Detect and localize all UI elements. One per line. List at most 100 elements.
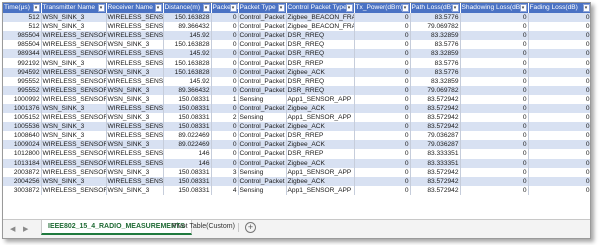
- table-cell[interactable]: Control_Packet: [238, 149, 287, 159]
- table-cell[interactable]: 0: [528, 94, 590, 104]
- table-cell[interactable]: WSN_SINK_3: [106, 94, 164, 104]
- table-cell[interactable]: App1_SENSOR_APP: [286, 185, 355, 195]
- table-cell[interactable]: 150.163828: [163, 40, 212, 50]
- table-cell[interactable]: 83.572942: [410, 122, 461, 132]
- table-cell[interactable]: 0: [211, 49, 239, 59]
- table-cell[interactable]: 512: [3, 13, 42, 23]
- table-cell[interactable]: Zigbee_ACK: [286, 176, 355, 186]
- add-sheet-button[interactable]: +: [245, 222, 256, 233]
- table-cell[interactable]: 0: [354, 149, 411, 159]
- table-cell[interactable]: WIRELESS_SENSOR_: [106, 131, 164, 141]
- table-cell[interactable]: 1001376: [3, 103, 42, 114]
- table-cell[interactable]: 2: [211, 113, 239, 123]
- table-cell[interactable]: DSR_RREQ: [286, 85, 355, 95]
- table-cell[interactable]: WIRELESS_SENSOR_1: [41, 31, 107, 41]
- table-cell[interactable]: 0: [460, 22, 529, 32]
- table-cell[interactable]: 0: [528, 13, 590, 23]
- table-cell[interactable]: 83.5776: [410, 67, 461, 77]
- table-cell[interactable]: 83.5776: [410, 58, 461, 68]
- table-cell[interactable]: WIRELESS_SENSOR_1: [41, 67, 107, 77]
- table-cell[interactable]: DSR_RREQ: [286, 40, 355, 50]
- table-cell[interactable]: Control_Packet: [238, 49, 287, 59]
- column-header[interactable]: Shadowing Loss(dB) ▾: [460, 3, 529, 13]
- table-cell[interactable]: 0: [354, 94, 411, 104]
- table-cell[interactable]: WIRELESS_SENSOR_2: [41, 140, 107, 150]
- filter-dropdown-icon[interactable]: ▾: [582, 4, 590, 12]
- table-cell[interactable]: 0: [354, 58, 411, 68]
- table-cell[interactable]: 150.08331: [163, 167, 212, 177]
- table-cell[interactable]: 994592: [3, 67, 42, 77]
- table-cell[interactable]: 0: [528, 58, 590, 68]
- column-header[interactable]: Distance(m) ▾: [163, 3, 212, 13]
- next-sheet-icon[interactable]: ▶: [23, 225, 28, 233]
- table-cell[interactable]: 150.163828: [163, 58, 212, 68]
- table-cell[interactable]: DSR_RREQ: [286, 76, 355, 86]
- table-cell[interactable]: Control_Packet: [238, 67, 287, 77]
- table-cell[interactable]: 3: [211, 167, 239, 177]
- table-cell[interactable]: WIRELESS_SENSOR_: [106, 58, 164, 68]
- table-cell[interactable]: 150.163828: [163, 13, 212, 23]
- table-cell[interactable]: 0: [354, 40, 411, 50]
- filter-dropdown-icon[interactable]: ▾: [519, 4, 527, 12]
- table-cell[interactable]: WIRELESS_SENSOR_2: [41, 76, 107, 86]
- table-cell[interactable]: 0: [354, 85, 411, 95]
- table-cell[interactable]: 0: [460, 140, 529, 150]
- table-cell[interactable]: 0: [354, 176, 411, 186]
- table-cell[interactable]: 83.32859: [410, 76, 461, 86]
- table-cell[interactable]: 83.5776: [410, 40, 461, 50]
- table-cell[interactable]: WSN_SINK_3: [106, 67, 164, 77]
- table-cell[interactable]: 0: [211, 140, 239, 150]
- table-cell[interactable]: Control_Packet: [238, 76, 287, 86]
- table-cell[interactable]: Zigbee_ACK: [286, 158, 355, 168]
- table-cell[interactable]: 0: [528, 167, 590, 177]
- table-cell[interactable]: 0: [460, 103, 529, 114]
- table-cell[interactable]: 0: [354, 158, 411, 168]
- table-cell[interactable]: 0: [528, 140, 590, 150]
- table-cell[interactable]: DSR_RREP: [286, 149, 355, 159]
- table-cell[interactable]: 985504: [3, 31, 42, 41]
- column-header[interactable]: Fading Loss(dB) ▾: [528, 3, 590, 13]
- table-cell[interactable]: 0: [528, 22, 590, 32]
- filter-dropdown-icon[interactable]: ▾: [345, 4, 353, 12]
- table-cell[interactable]: Sensing: [238, 167, 287, 177]
- table-cell[interactable]: Zigbee_BEACON_FRAM: [286, 13, 355, 23]
- table-cell[interactable]: WIRELESS_SENSOR_1: [41, 40, 107, 50]
- table-cell[interactable]: 83.572942: [410, 185, 461, 195]
- table-cell[interactable]: 0: [528, 113, 590, 123]
- table-cell[interactable]: WSN_SINK_3: [41, 22, 107, 32]
- table-cell[interactable]: Zigbee_ACK: [286, 122, 355, 132]
- table-cell[interactable]: WSN_SINK_3: [41, 176, 107, 186]
- table-cell[interactable]: App1_SENSOR_APP: [286, 94, 355, 104]
- table-cell[interactable]: Zigbee_ACK: [286, 67, 355, 77]
- table-cell[interactable]: DSR_RREQ: [286, 31, 355, 41]
- table-cell[interactable]: 1005152: [3, 113, 42, 123]
- table-cell[interactable]: 0: [211, 149, 239, 159]
- column-header[interactable]: Tx_Power(dBm) ▾: [354, 3, 411, 13]
- table-cell[interactable]: 985504: [3, 40, 42, 50]
- table-cell[interactable]: WIRELESS_SENSOR_2: [41, 49, 107, 59]
- table-cell[interactable]: 1005536: [3, 122, 42, 132]
- table-cell[interactable]: 0: [460, 158, 529, 168]
- table-cell[interactable]: App1_SENSOR_APP: [286, 167, 355, 177]
- filter-dropdown-icon[interactable]: ▾: [229, 4, 237, 12]
- table-cell[interactable]: 1008640: [3, 131, 42, 141]
- table-cell[interactable]: 0: [460, 122, 529, 132]
- table-cell[interactable]: 0: [354, 113, 411, 123]
- table-cell[interactable]: WIRELESS_SENSOR_: [106, 158, 164, 168]
- column-header[interactable]: Transmitter Name ▾: [41, 3, 107, 13]
- table-cell[interactable]: 0: [460, 113, 529, 123]
- table-cell[interactable]: WIRELESS_SENSOR_: [106, 49, 164, 59]
- table-cell[interactable]: 0: [354, 167, 411, 177]
- table-cell[interactable]: 150.08331: [163, 185, 212, 195]
- table-cell[interactable]: WSN_SINK_3: [41, 122, 107, 132]
- column-header[interactable]: Path Loss(dB) ▾: [410, 3, 461, 13]
- table-cell[interactable]: Control_Packet: [238, 31, 287, 41]
- table-cell[interactable]: 0: [460, 76, 529, 86]
- table-cell[interactable]: 0: [460, 58, 529, 68]
- table-cell[interactable]: 0: [211, 67, 239, 77]
- table-cell[interactable]: 79.069782: [410, 22, 461, 32]
- table-cell[interactable]: 0: [528, 176, 590, 186]
- table-cell[interactable]: 83.333351: [410, 149, 461, 159]
- table-cell[interactable]: WIRELESS_SENSOR_: [106, 22, 164, 32]
- table-cell[interactable]: 0: [528, 158, 590, 168]
